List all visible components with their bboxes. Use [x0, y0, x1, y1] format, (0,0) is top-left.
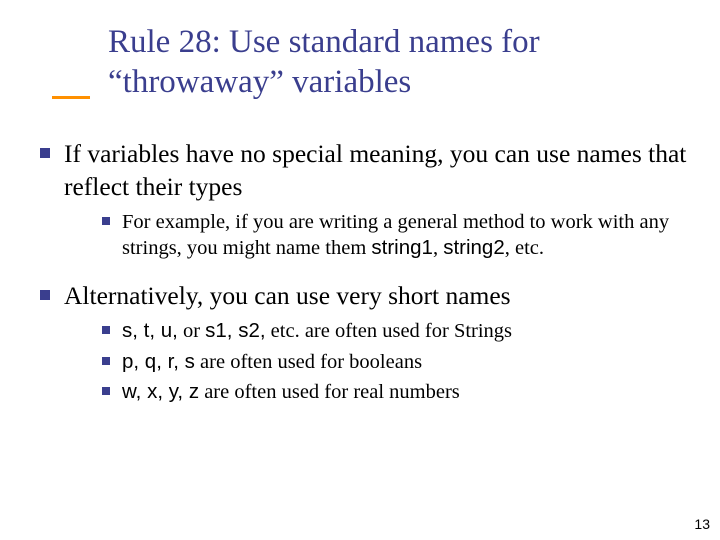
slide-title: Rule 28: Use standard names for “throwaw…	[108, 22, 688, 103]
slide-body: If variables have no special meaning, yo…	[40, 138, 690, 423]
bullet-level2: For example, if you are writing a genera…	[102, 209, 690, 261]
bullet-level1: Alternatively, you can use very short na…	[40, 280, 690, 313]
text-run: etc. are often used for Strings	[266, 320, 513, 342]
text-run: are often used for booleans	[195, 351, 422, 373]
text-run: , etc.	[505, 237, 544, 259]
square-bullet-icon	[102, 387, 110, 395]
text-run: or	[178, 320, 205, 342]
bullet-text: Alternatively, you can use very short na…	[64, 280, 511, 313]
square-bullet-icon	[102, 357, 110, 365]
bullet-text: w, x, y, z are often used for real numbe…	[122, 379, 460, 405]
slide: Rule 28: Use standard names for “throwaw…	[0, 0, 720, 540]
code-run: w, x, y, z	[122, 380, 199, 403]
square-bullet-icon	[102, 217, 110, 225]
code-run: string2	[443, 236, 505, 259]
square-bullet-icon	[102, 326, 110, 334]
bullet-level2: s, t, u, or s1, s2, etc. are often used …	[102, 318, 690, 344]
bullet-text: p, q, r, s are often used for booleans	[122, 349, 422, 375]
bullet-level1: If variables have no special meaning, yo…	[40, 138, 690, 203]
text-run: are often used for real numbers	[199, 381, 460, 403]
page-number: 13	[694, 516, 710, 532]
code-run: string1	[371, 236, 433, 259]
code-run: p, q, r, s	[122, 350, 195, 373]
sub-bullet-group: For example, if you are writing a genera…	[102, 209, 690, 261]
code-run: s, t, u,	[122, 319, 178, 342]
code-run: s1, s2,	[205, 319, 265, 342]
title-accent-bar	[52, 96, 90, 99]
bullet-text: s, t, u, or s1, s2, etc. are often used …	[122, 318, 512, 344]
bullet-level2: w, x, y, z are often used for real numbe…	[102, 379, 690, 405]
sub-bullet-group: s, t, u, or s1, s2, etc. are often used …	[102, 318, 690, 405]
square-bullet-icon	[40, 148, 50, 158]
square-bullet-icon	[40, 290, 50, 300]
bullet-level2: p, q, r, s are often used for booleans	[102, 349, 690, 375]
text-run: ,	[433, 237, 443, 259]
bullet-text: For example, if you are writing a genera…	[122, 209, 682, 261]
bullet-text: If variables have no special meaning, yo…	[64, 138, 690, 203]
